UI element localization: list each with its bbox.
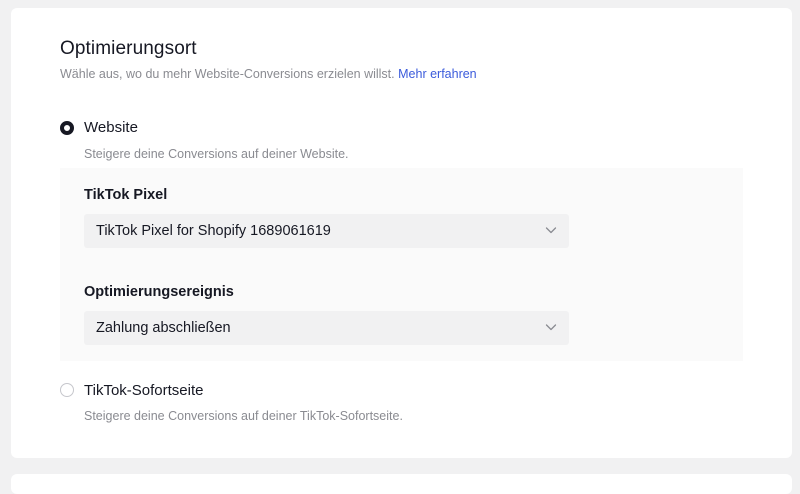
website-option-description: Steigere deine Conversions auf deiner We… bbox=[84, 147, 349, 161]
instant-page-radio[interactable] bbox=[60, 383, 74, 397]
pixel-select-value: TikTok Pixel for Shopify 1689061619 bbox=[96, 223, 331, 239]
website-option-label[interactable]: Website bbox=[84, 119, 138, 136]
optimization-location-card: Optimierungsort Wähle aus, wo du mehr We… bbox=[11, 8, 792, 458]
section-subtitle-text: Wähle aus, wo du mehr Website-Conversion… bbox=[60, 67, 395, 81]
pixel-select[interactable]: TikTok Pixel for Shopify 1689061619 bbox=[84, 214, 569, 248]
chevron-down-icon bbox=[545, 227, 557, 234]
section-subtitle: Wähle aus, wo du mehr Website-Conversion… bbox=[60, 67, 477, 81]
event-select[interactable]: Zahlung abschließen bbox=[84, 311, 569, 345]
event-select-value: Zahlung abschließen bbox=[96, 320, 231, 336]
learn-more-link[interactable]: Mehr erfahren bbox=[398, 67, 477, 81]
event-field-label: Optimierungsereignis bbox=[84, 284, 234, 300]
instant-page-option-label[interactable]: TikTok-Sofortseite bbox=[84, 382, 203, 399]
section-title: Optimierungsort bbox=[60, 38, 197, 59]
instant-page-option-description: Steigere deine Conversions auf deiner Ti… bbox=[84, 409, 403, 423]
next-section-card bbox=[11, 474, 792, 494]
pixel-field-label: TikTok Pixel bbox=[84, 187, 168, 203]
website-radio[interactable] bbox=[60, 121, 74, 135]
website-settings-panel: TikTok Pixel TikTok Pixel for Shopify 16… bbox=[60, 168, 743, 361]
chevron-down-icon bbox=[545, 324, 557, 331]
